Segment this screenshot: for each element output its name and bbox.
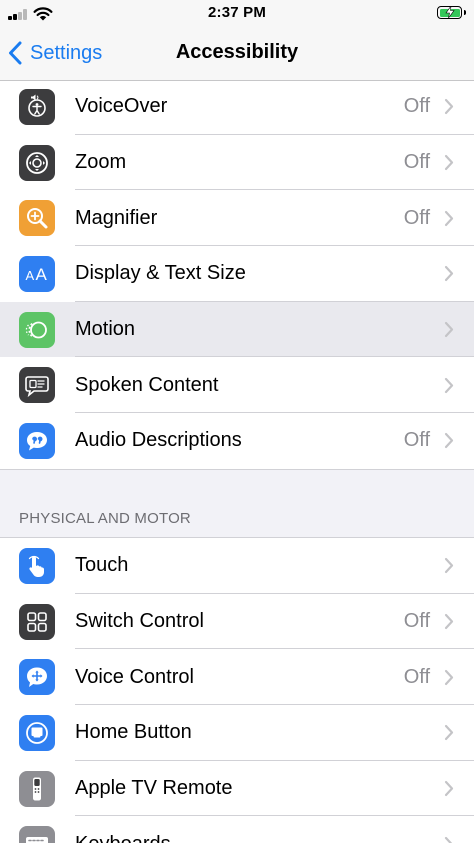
- row-label: Voice Control: [75, 665, 194, 688]
- touch-icon: [19, 547, 55, 584]
- chevron-right-icon: [444, 154, 454, 171]
- chevron-right-icon: [444, 210, 454, 226]
- motion-row[interactable]: Motion: [0, 301, 474, 358]
- chevron-right-icon: [444, 669, 454, 685]
- row-value: Off: [403, 665, 430, 688]
- home-button-row[interactable]: Home Button: [0, 705, 474, 761]
- chevron-right-icon: [444, 836, 453, 843]
- vision-settings-group: VoiceOver Off Zoom Off Magnifier Off A A…: [0, 78, 474, 470]
- row-value: Off: [403, 610, 430, 633]
- chevron-right-icon: [444, 725, 454, 741]
- zoom-row[interactable]: Zoom Off: [0, 135, 474, 191]
- spoken-content-icon: [19, 367, 55, 404]
- row-label: VoiceOver: [75, 95, 168, 118]
- svg-text:A: A: [26, 268, 35, 283]
- row-label: Spoken Content: [75, 373, 219, 396]
- chevron-right-icon: [444, 613, 454, 630]
- apple-tv-remote-icon: [19, 770, 55, 807]
- row-value: Off: [403, 151, 430, 174]
- voiceover-row[interactable]: VoiceOver Off: [0, 79, 474, 135]
- voiceover-icon: [19, 88, 55, 125]
- row-value: Off: [403, 206, 430, 229]
- battery-icon: [437, 6, 462, 19]
- chevron-right-icon: [444, 99, 454, 115]
- row-value: Off: [403, 429, 430, 452]
- magnifier-icon: [19, 200, 55, 237]
- row-label: Magnifier: [75, 206, 158, 229]
- apple-tv-remote-row[interactable]: Apple TV Remote: [0, 761, 474, 817]
- row-label: Touch: [75, 554, 129, 577]
- row-value: Off: [403, 95, 430, 118]
- zoom-icon: [19, 144, 55, 181]
- keyboards-icon: [19, 826, 55, 843]
- status-time: 2:37 PM: [207, 4, 267, 21]
- chevron-right-icon: [444, 780, 454, 797]
- row-label: Display & Text Size: [75, 262, 246, 285]
- row-label: Switch Control: [75, 610, 204, 633]
- status-bar-overlay: 2:37 PM: [0, 0, 474, 26]
- top-chrome: 2:37 PM Settings Accessibility: [0, 0, 474, 81]
- physical-motor-settings-group: Touch Switch Control Off Voice Control O…: [0, 537, 474, 843]
- row-label: Keyboards: [75, 833, 171, 843]
- chevron-right-icon: [444, 558, 454, 574]
- voice-control-row[interactable]: Voice Control Off: [0, 649, 474, 706]
- switch-control-row[interactable]: Switch Control Off: [0, 594, 474, 650]
- display-text-size-icon: A A: [19, 255, 55, 292]
- accessibility-screen: 2:37 PM Settings Accessibility: [0, 0, 474, 843]
- audio-descriptions-row[interactable]: Audio Descriptions Off: [0, 413, 474, 469]
- chevron-right-icon: [444, 266, 454, 282]
- keyboards-row[interactable]: Keyboards: [0, 816, 474, 843]
- switch-control-icon: [19, 603, 55, 640]
- spoken-content-row[interactable]: Spoken Content: [0, 357, 474, 414]
- row-label: Apple TV Remote: [75, 777, 233, 800]
- display-text-size-row[interactable]: A A Display & Text Size: [0, 246, 474, 302]
- section-header-physical-motor: PHYSICAL AND MOTOR: [19, 510, 191, 527]
- row-label: Motion: [75, 318, 136, 341]
- row-label: Zoom: [75, 151, 127, 174]
- row-label: Home Button: [75, 721, 192, 744]
- row-label: Audio Descriptions: [75, 429, 242, 452]
- touch-row[interactable]: Touch: [0, 538, 474, 594]
- chevron-right-icon: [444, 377, 454, 393]
- chevron-right-icon: [444, 321, 454, 338]
- home-button-icon: [19, 714, 55, 751]
- motion-icon: [19, 311, 55, 348]
- chevron-right-icon: [444, 433, 454, 449]
- svg-text:A: A: [36, 265, 48, 284]
- audio-descriptions-icon: [19, 422, 55, 459]
- page-title: Accessibility: [175, 41, 299, 63]
- magnifier-row[interactable]: Magnifier Off: [0, 190, 474, 247]
- navigation-bar-overlay: Settings Accessibility: [0, 26, 474, 81]
- voice-control-icon: [19, 659, 55, 696]
